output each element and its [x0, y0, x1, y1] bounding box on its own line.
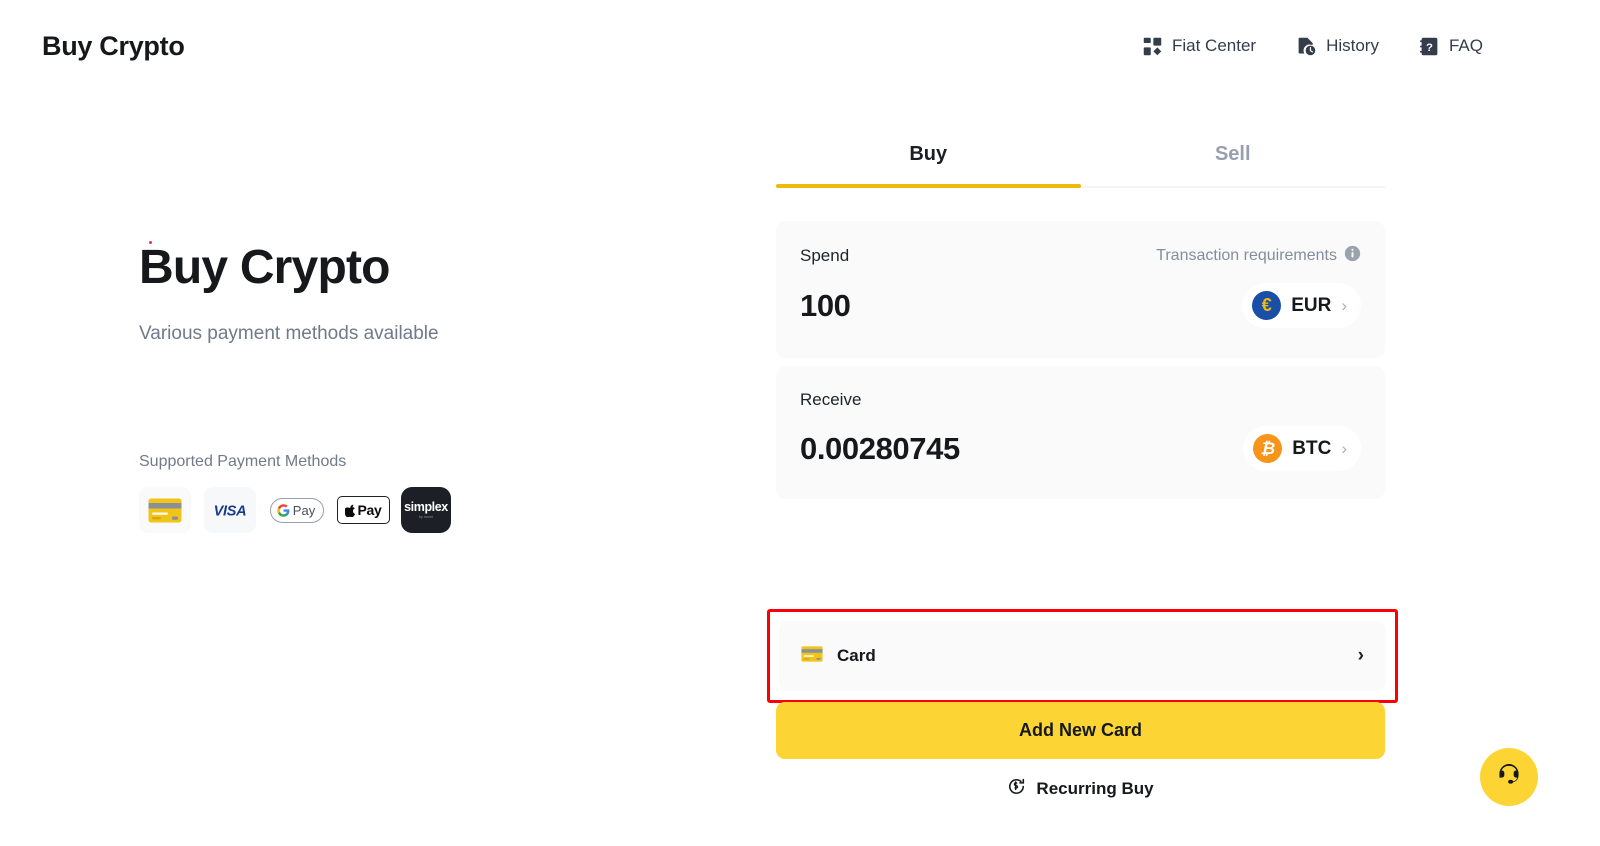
payment-method-credit-card-icon [139, 487, 191, 534]
receive-currency-selector[interactable]: ₿ BTC › [1243, 426, 1361, 471]
spend-card-body: 100 € EUR › [800, 283, 1361, 328]
receive-amount-input[interactable]: 0.00280745 [800, 431, 960, 467]
spend-currency-code: EUR [1291, 294, 1332, 316]
receive-card: Receive 0.00280745 ₿ BTC › [776, 366, 1385, 499]
grid-squares-icon [1142, 36, 1163, 57]
active-tab-underline [776, 184, 1081, 188]
buy-sell-tabs: Buy Sell [776, 143, 1385, 188]
add-new-card-button[interactable]: Add New Card [776, 702, 1385, 759]
recurring-buy-icon [1007, 777, 1026, 801]
supported-payment-methods-label: Supported Payment Methods [139, 453, 347, 471]
hero-subtitle: Various payment methods available [139, 323, 439, 345]
chevron-right-icon: › [1341, 439, 1347, 458]
support-chat-button[interactable] [1480, 748, 1538, 806]
payment-method-highlight-box: Card › [767, 609, 1398, 703]
trade-panel: Buy Sell Spend Transaction requirements … [776, 143, 1385, 499]
page-title: Buy Crypto [42, 30, 185, 61]
receive-card-header: Receive [800, 390, 1361, 410]
chevron-right-icon: › [1341, 296, 1347, 315]
hero-section: Buy Crypto Various payment methods avail… [139, 240, 699, 534]
recurring-buy-link[interactable]: Recurring Buy [776, 777, 1385, 801]
spend-amount-input[interactable]: 100 [800, 288, 851, 324]
hero-title: Buy Crypto [139, 241, 390, 294]
transaction-requirements-link[interactable]: Transaction requirements [1156, 245, 1361, 267]
tab-sell[interactable]: Sell [1081, 143, 1386, 186]
simplex-sublabel: by nuvei [418, 515, 434, 520]
card-icon [801, 645, 823, 667]
receive-label: Receive [800, 390, 862, 409]
document-clock-icon [1296, 36, 1317, 57]
transaction-requirements-label: Transaction requirements [1156, 247, 1337, 264]
supported-payment-methods-list: VISA Pay Pay simplex by nuvei [139, 240, 699, 534]
top-bar: Buy Crypto Fiat Center History ? FAQ [0, 0, 1600, 92]
simplex-dot-icon [148, 240, 152, 244]
nav-item-fiat-center[interactable]: Fiat Center [1142, 36, 1256, 57]
info-icon[interactable] [1344, 245, 1361, 267]
btc-coin-icon: ₿ [1253, 434, 1283, 463]
receive-currency-code: BTC [1292, 437, 1332, 459]
nav-item-history-label: History [1326, 36, 1379, 55]
payment-method-apple-pay-icon: Pay [336, 487, 390, 534]
payment-method-label: Card [837, 646, 876, 665]
payment-method-visa-icon: VISA [204, 487, 256, 534]
headset-icon [1495, 761, 1523, 794]
nav-item-history[interactable]: History [1296, 36, 1379, 57]
spend-card-header: Spend Transaction requirements [800, 245, 1361, 267]
simplex-wordmark: simplex [404, 500, 448, 515]
recurring-buy-label: Recurring Buy [1036, 779, 1154, 798]
top-navigation: Fiat Center History ? FAQ [1142, 36, 1558, 57]
document-question-icon: ? [1419, 36, 1440, 57]
nav-item-faq-label: FAQ [1448, 36, 1483, 55]
nav-item-fiat-center-label: Fiat Center [1171, 36, 1257, 55]
payment-method-simplex-icon: simplex by nuvei [148, 240, 451, 534]
spend-label: Spend [800, 246, 850, 265]
spend-currency-selector[interactable]: € EUR › [1242, 283, 1361, 328]
svg-text:?: ? [1426, 41, 1433, 53]
apple-pay-label: Pay [357, 502, 382, 519]
payment-method-selector[interactable]: Card › [779, 621, 1386, 691]
spend-card: Spend Transaction requirements 100 € EUR… [776, 221, 1385, 358]
google-pay-label: Pay [292, 502, 316, 518]
tab-buy[interactable]: Buy [776, 143, 1081, 186]
svg-text:VISA: VISA [214, 504, 247, 519]
payment-method-google-pay-icon: Pay [269, 487, 325, 534]
chevron-right-icon: › [1357, 645, 1364, 666]
eur-coin-icon: € [1252, 291, 1282, 320]
receive-card-body: 0.00280745 ₿ BTC › [800, 426, 1361, 471]
nav-item-faq[interactable]: ? FAQ [1419, 36, 1483, 57]
